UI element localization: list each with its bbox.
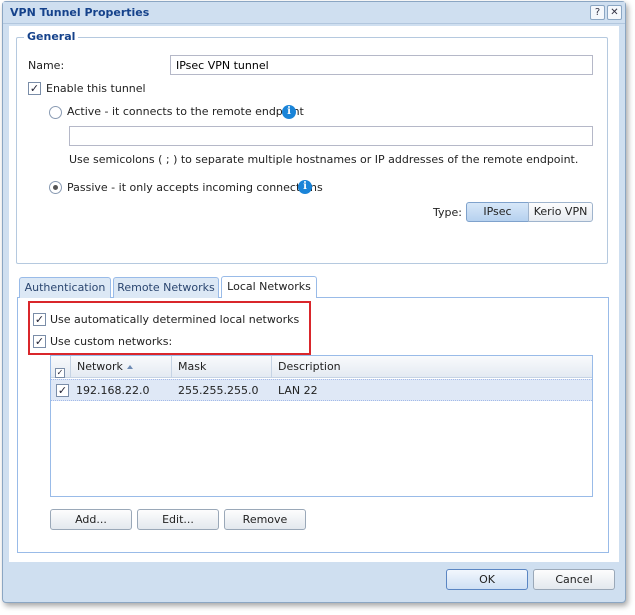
dialog-title: VPN Tunnel Properties [10, 6, 150, 19]
description-cell: LAN 22 [278, 384, 318, 397]
general-fieldset: General Name: ✓ Enable this tunnel Activ… [16, 30, 608, 264]
name-input[interactable] [170, 55, 593, 75]
row-checkbox[interactable]: ✓ [56, 384, 69, 397]
auto-networks-checkbox[interactable]: ✓ [33, 313, 46, 326]
grid-header: ✓ Network Mask Description [51, 356, 592, 378]
info-icon[interactable]: i [282, 105, 296, 119]
select-all-checkbox[interactable]: ✓ [55, 368, 65, 378]
column-header-network-label: Network [77, 360, 123, 373]
type-option-kerio-vpn[interactable]: Kerio VPN [528, 202, 593, 222]
help-icon[interactable]: ? [590, 5, 605, 20]
column-header-mask[interactable]: Mask [172, 356, 272, 378]
active-radio-label: Active - it connects to the remote endpo… [67, 105, 304, 118]
remove-button[interactable]: Remove [224, 509, 306, 530]
network-cell: 192.168.22.0 [76, 384, 150, 397]
mask-cell: 255.255.255.0 [178, 384, 259, 397]
local-networks-panel: ✓ Use automatically determined local net… [17, 298, 609, 553]
name-label: Name: [28, 59, 65, 72]
cancel-button[interactable]: Cancel [533, 569, 615, 590]
close-icon[interactable]: ✕ [607, 5, 622, 20]
tab-local-networks[interactable]: Local Networks [221, 276, 317, 298]
active-radio[interactable] [49, 106, 62, 119]
table-row[interactable]: ✓ 192.168.22.0 255.255.255.0 LAN 22 [51, 379, 592, 401]
select-all-column[interactable]: ✓ [51, 356, 71, 378]
dialog-body: General Name: ✓ Enable this tunnel Activ… [9, 26, 619, 562]
edit-button[interactable]: Edit... [137, 509, 219, 530]
general-legend: General [24, 30, 79, 43]
column-header-description[interactable]: Description [272, 356, 592, 378]
remote-endpoint-input[interactable] [69, 126, 593, 146]
column-header-network[interactable]: Network [71, 356, 172, 378]
custom-networks-label: Use custom networks: [50, 335, 173, 348]
ok-button[interactable]: OK [446, 569, 528, 590]
add-button[interactable]: Add... [50, 509, 132, 530]
enable-tunnel-label: Enable this tunnel [46, 82, 146, 95]
custom-networks-checkbox[interactable]: ✓ [33, 335, 46, 348]
type-option-ipsec[interactable]: IPsec [466, 202, 529, 222]
tab-remote-networks[interactable]: Remote Networks [113, 277, 219, 298]
info-icon[interactable]: i [298, 180, 312, 194]
type-label: Type: [433, 206, 462, 219]
tab-authentication[interactable]: Authentication [19, 277, 111, 298]
vpn-tunnel-properties-dialog: VPN Tunnel Properties ? ✕ General Name: … [2, 1, 626, 603]
enable-tunnel-checkbox[interactable]: ✓ [28, 82, 41, 95]
passive-radio[interactable] [49, 181, 62, 194]
remote-endpoint-hint: Use semicolons ( ; ) to separate multipl… [69, 153, 579, 166]
tab-strip: Authentication Remote Networks Local Net… [17, 276, 609, 298]
networks-grid: ✓ Network Mask Description ✓ 192.168.22.… [50, 355, 593, 497]
auto-networks-label: Use automatically determined local netwo… [50, 313, 300, 326]
sort-ascending-icon [126, 365, 133, 369]
passive-radio-label: Passive - it only accepts incoming conne… [67, 181, 323, 194]
title-bar[interactable]: VPN Tunnel Properties ? ✕ [3, 2, 625, 24]
